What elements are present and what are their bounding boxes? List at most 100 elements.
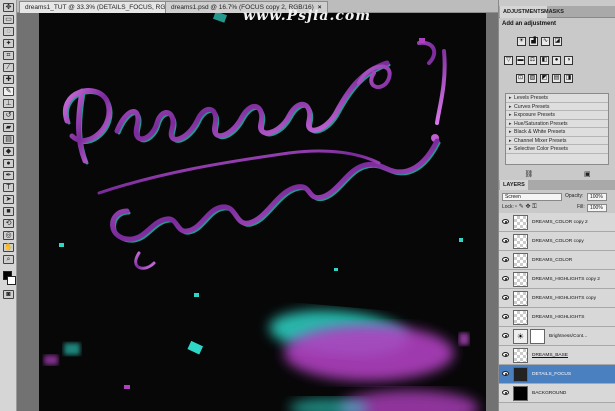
- layer-row[interactable]: DREAMS_BASE: [499, 346, 615, 365]
- hand-tool-icon[interactable]: ✋: [3, 243, 14, 252]
- color-balance-icon[interactable]: ⚖: [528, 56, 537, 65]
- magic-wand-tool-icon[interactable]: ✦: [3, 39, 14, 48]
- 3d-rotate-tool-icon[interactable]: ⟲: [3, 219, 14, 228]
- tab-masks[interactable]: MASKS: [541, 6, 567, 18]
- preset-item[interactable]: ▸ Levels Presets: [506, 94, 608, 103]
- layer-row[interactable]: DREAMS_HIGHLIGHTS copy 2: [499, 270, 615, 289]
- blend-mode-select[interactable]: Screen: [502, 193, 562, 201]
- preset-item[interactable]: ▸ Black & White Presets: [506, 128, 608, 137]
- lock-row: Lock: ▫ ✎ ✥ ⚿ Fill: 100%: [499, 202, 615, 213]
- layer-row[interactable]: DREAMS_COLOR copy: [499, 232, 615, 251]
- adjustments-footer: ⛓ ▣: [499, 168, 615, 180]
- lock-icons[interactable]: ▫ ✎ ✥ ⚿: [515, 202, 537, 213]
- layer-row[interactable]: DREAMS_COLOR copy 2: [499, 213, 615, 232]
- eye-icon[interactable]: [502, 333, 509, 338]
- fill-field[interactable]: 100%: [587, 204, 607, 212]
- eye-icon[interactable]: [502, 238, 509, 243]
- layer-row[interactable]: DREAMS_HIGHLIGHTS copy: [499, 289, 615, 308]
- dodge-tool-icon[interactable]: ●: [3, 159, 14, 168]
- tools-panel: ✥ ▭ ◌ ✦ ⌗ ⁄ ✚ ✎ ⊥ ↺ ▰ ▤ ◆ ● ✒ T ➤ ■ ⟲ ◎ …: [0, 0, 17, 411]
- layer-thumbnail: [513, 253, 528, 268]
- layer-mask-thumbnail[interactable]: [530, 329, 545, 344]
- eye-icon[interactable]: [502, 295, 509, 300]
- threshold-icon[interactable]: ◩: [540, 74, 549, 83]
- black-white-icon[interactable]: ◧: [540, 56, 549, 65]
- opacity-field[interactable]: 100%: [587, 193, 607, 201]
- come-free-lettering: [97, 138, 441, 270]
- layer-row[interactable]: DREAMS_HIGHLIGHTS: [499, 308, 615, 327]
- layer-row-adjustment[interactable]: ☀ Brightness/Cont...: [499, 327, 615, 346]
- layer-name: DETAILS_FOCUS: [532, 372, 572, 377]
- document-canvas[interactable]: [39, 13, 486, 411]
- layer-name: DREAMS_COLOR copy 2: [532, 220, 588, 225]
- crop-tool-icon[interactable]: ⌗: [3, 51, 14, 60]
- channel-mixer-icon[interactable]: ◑: [564, 56, 573, 65]
- brightness-icon[interactable]: ☀: [517, 37, 526, 46]
- preset-item[interactable]: ▸ Selective Color Presets: [506, 145, 608, 154]
- exposure-icon[interactable]: ◪: [553, 37, 562, 46]
- new-layer-icon[interactable]: ▣: [584, 170, 591, 178]
- 3d-orbit-tool-icon[interactable]: ◎: [3, 231, 14, 240]
- move-tool-icon[interactable]: ✥: [3, 3, 14, 12]
- opacity-label: Opacity:: [565, 193, 584, 199]
- vibrance-icon[interactable]: ▽: [504, 56, 513, 65]
- type-tool-icon[interactable]: T: [3, 183, 14, 192]
- blurred-foreground: [269, 310, 479, 411]
- history-brush-tool-icon[interactable]: ↺: [3, 111, 14, 120]
- shape-tool-icon[interactable]: ■: [3, 207, 14, 216]
- levels-icon[interactable]: ▟: [529, 37, 538, 46]
- gradient-tool-icon[interactable]: ▤: [3, 135, 14, 144]
- dreams-artwork: [44, 13, 479, 411]
- adjustment-icons-row-3: ⊡ ▨ ◩ ▤ ◨: [516, 74, 573, 83]
- photoshop-window: ✥ ▭ ◌ ✦ ⌗ ⁄ ✚ ✎ ⊥ ↺ ▰ ▤ ◆ ● ✒ T ➤ ■ ⟲ ◎ …: [0, 0, 615, 411]
- curves-icon[interactable]: ∿: [541, 37, 550, 46]
- blend-row: Screen Opacity: 100%: [499, 191, 615, 202]
- eye-icon[interactable]: [502, 276, 509, 281]
- preset-item[interactable]: ▸ Hue/Saturation Presets: [506, 120, 608, 128]
- preset-item[interactable]: ▸ Exposure Presets: [506, 111, 608, 120]
- layer-row[interactable]: DREAMS_COLOR: [499, 251, 615, 270]
- marquee-tool-icon[interactable]: ▭: [3, 15, 14, 24]
- eraser-tool-icon[interactable]: ▰: [3, 123, 14, 132]
- layer-thumbnail: [513, 386, 528, 401]
- layer-name: DREAMS_HIGHLIGHTS: [532, 315, 585, 320]
- background-color-swatch[interactable]: [7, 276, 16, 285]
- layer-row[interactable]: BACKGROUND: [499, 384, 615, 403]
- layers-list: DREAMS_COLOR copy 2 DREAMS_COLOR copy DR…: [499, 213, 615, 411]
- preset-item[interactable]: ▸ Curves Presets: [506, 103, 608, 111]
- brush-tool-icon[interactable]: ✎: [3, 87, 14, 96]
- selective-color-icon[interactable]: ◨: [564, 74, 573, 83]
- layer-row-selected[interactable]: DETAILS_FOCUS: [499, 365, 615, 384]
- eye-icon[interactable]: [502, 390, 509, 395]
- lasso-tool-icon[interactable]: ◌: [3, 27, 14, 36]
- healing-brush-tool-icon[interactable]: ✚: [3, 75, 14, 84]
- clip-icon[interactable]: ⛓: [524, 170, 533, 178]
- watermark-text: www.Psjia.com: [243, 8, 372, 24]
- eye-icon[interactable]: [502, 219, 509, 224]
- eye-icon[interactable]: [502, 371, 509, 376]
- dreams-lettering: [62, 40, 447, 165]
- clone-stamp-tool-icon[interactable]: ⊥: [3, 99, 14, 108]
- zoom-tool-icon[interactable]: ⌕: [3, 255, 14, 264]
- eyedropper-tool-icon[interactable]: ⁄: [3, 63, 14, 72]
- layer-name: DREAMS_HIGHLIGHTS copy 2: [532, 277, 600, 282]
- posterize-icon[interactable]: ▨: [528, 74, 537, 83]
- layer-thumbnail: [513, 215, 528, 230]
- gradient-map-icon[interactable]: ▤: [552, 74, 561, 83]
- eye-icon[interactable]: [502, 314, 509, 319]
- hue-saturation-icon[interactable]: ▬: [516, 56, 525, 65]
- preset-item[interactable]: ▸ Channel Mixer Presets: [506, 137, 608, 145]
- blur-tool-icon[interactable]: ◆: [3, 147, 14, 156]
- path-selection-tool-icon[interactable]: ➤: [3, 195, 14, 204]
- canvas-area: [17, 13, 498, 411]
- adjustments-title: Add an adjustment: [502, 21, 557, 27]
- eye-icon[interactable]: [502, 352, 509, 357]
- tab-layers[interactable]: LAYERS: [500, 180, 528, 190]
- layer-thumbnail: [513, 291, 528, 306]
- quick-mask-icon[interactable]: ◙: [3, 290, 14, 299]
- pen-tool-icon[interactable]: ✒: [3, 171, 14, 180]
- invert-icon[interactable]: ⊡: [516, 74, 525, 83]
- eye-icon[interactable]: [502, 257, 509, 262]
- photo-filter-icon[interactable]: ●: [552, 56, 561, 65]
- layer-thumbnail: [513, 234, 528, 249]
